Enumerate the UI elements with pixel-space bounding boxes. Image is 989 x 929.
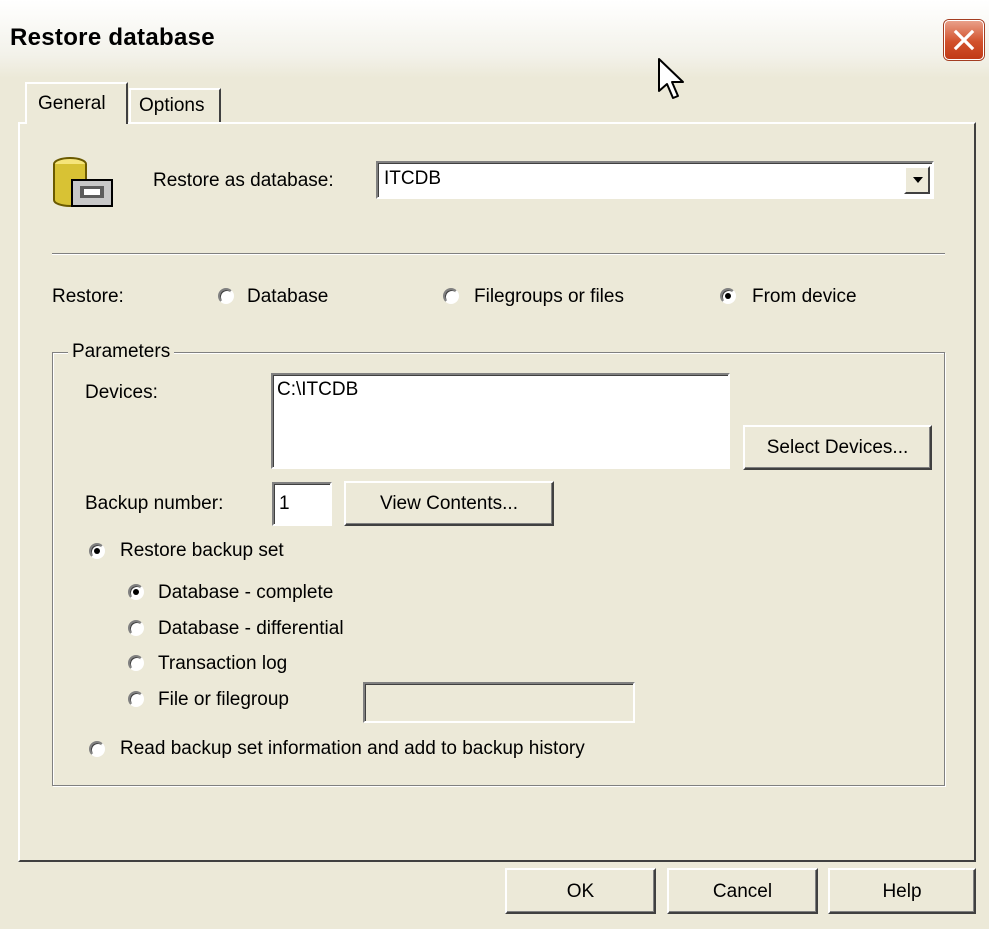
mouse-pointer-icon	[658, 58, 684, 99]
restore-as-value: ITCDB	[384, 168, 441, 189]
parameters-group-label: Parameters	[68, 341, 175, 363]
select-devices-button[interactable]: Select Devices...	[743, 425, 932, 470]
database-differential-label[interactable]: Database - differential	[158, 618, 344, 640]
restore-as-combobox[interactable]: ITCDB	[376, 161, 934, 199]
database-complete-radio[interactable]	[128, 584, 144, 600]
read-backup-info-radio[interactable]	[89, 741, 105, 757]
cancel-button[interactable]: Cancel	[667, 868, 818, 914]
read-backup-info-label[interactable]: Read backup set information and add to b…	[120, 738, 585, 760]
restore-from-device-radio[interactable]	[720, 288, 736, 304]
database-differential-radio[interactable]	[128, 620, 144, 636]
close-icon	[953, 29, 975, 51]
devices-label: Devices:	[85, 382, 158, 403]
ok-button[interactable]: OK	[505, 868, 656, 914]
transaction-log-label[interactable]: Transaction log	[158, 653, 287, 675]
close-button[interactable]	[944, 20, 984, 60]
restore-as-label: Restore as database:	[153, 170, 334, 191]
restore-label: Restore:	[52, 286, 124, 307]
transaction-log-radio[interactable]	[128, 655, 144, 671]
file-or-filegroup-radio[interactable]	[128, 691, 144, 707]
restore-filegroups-label[interactable]: Filegroups or files	[474, 286, 624, 308]
tab-general-label: General	[38, 93, 106, 114]
backup-number-label: Backup number:	[85, 493, 224, 514]
device-item[interactable]: C:\ITCDB	[277, 379, 358, 401]
restore-database-label[interactable]: Database	[247, 286, 328, 308]
cancel-label: Cancel	[712, 881, 773, 902]
restore-as-dropdown-button[interactable]	[904, 166, 930, 194]
view-contents-label: View Contents...	[379, 493, 518, 514]
dialog-title: Restore database	[10, 24, 215, 51]
tab-general[interactable]: General	[25, 82, 128, 124]
file-or-filegroup-label[interactable]: File or filegroup	[158, 689, 289, 711]
backup-number-field[interactable]: 1	[272, 482, 332, 526]
separator	[52, 253, 945, 255]
restore-filegroups-radio[interactable]	[443, 288, 459, 304]
restore-database-radio[interactable]	[218, 288, 234, 304]
database-icon	[53, 157, 113, 207]
title-bar[interactable]: Restore database	[0, 0, 989, 78]
backup-number-value: 1	[279, 493, 290, 514]
tab-options-label: Options	[139, 95, 205, 116]
database-complete-label[interactable]: Database - complete	[158, 582, 333, 604]
restore-backup-set-radio[interactable]	[89, 543, 105, 559]
restore-database-dialog: Restore database General Options Restore…	[0, 0, 989, 929]
select-devices-label: Select Devices...	[766, 437, 909, 458]
tab-options[interactable]: Options	[129, 88, 221, 122]
help-label: Help	[882, 881, 922, 902]
help-button[interactable]: Help	[828, 868, 976, 914]
restore-backup-set-label[interactable]: Restore backup set	[120, 540, 284, 562]
restore-from-device-label[interactable]: From device	[752, 286, 857, 308]
devices-list[interactable]: C:\ITCDB	[271, 373, 730, 469]
file-or-filegroup-field[interactable]	[363, 682, 635, 723]
ok-label: OK	[566, 881, 595, 902]
view-contents-button[interactable]: View Contents...	[344, 481, 554, 526]
